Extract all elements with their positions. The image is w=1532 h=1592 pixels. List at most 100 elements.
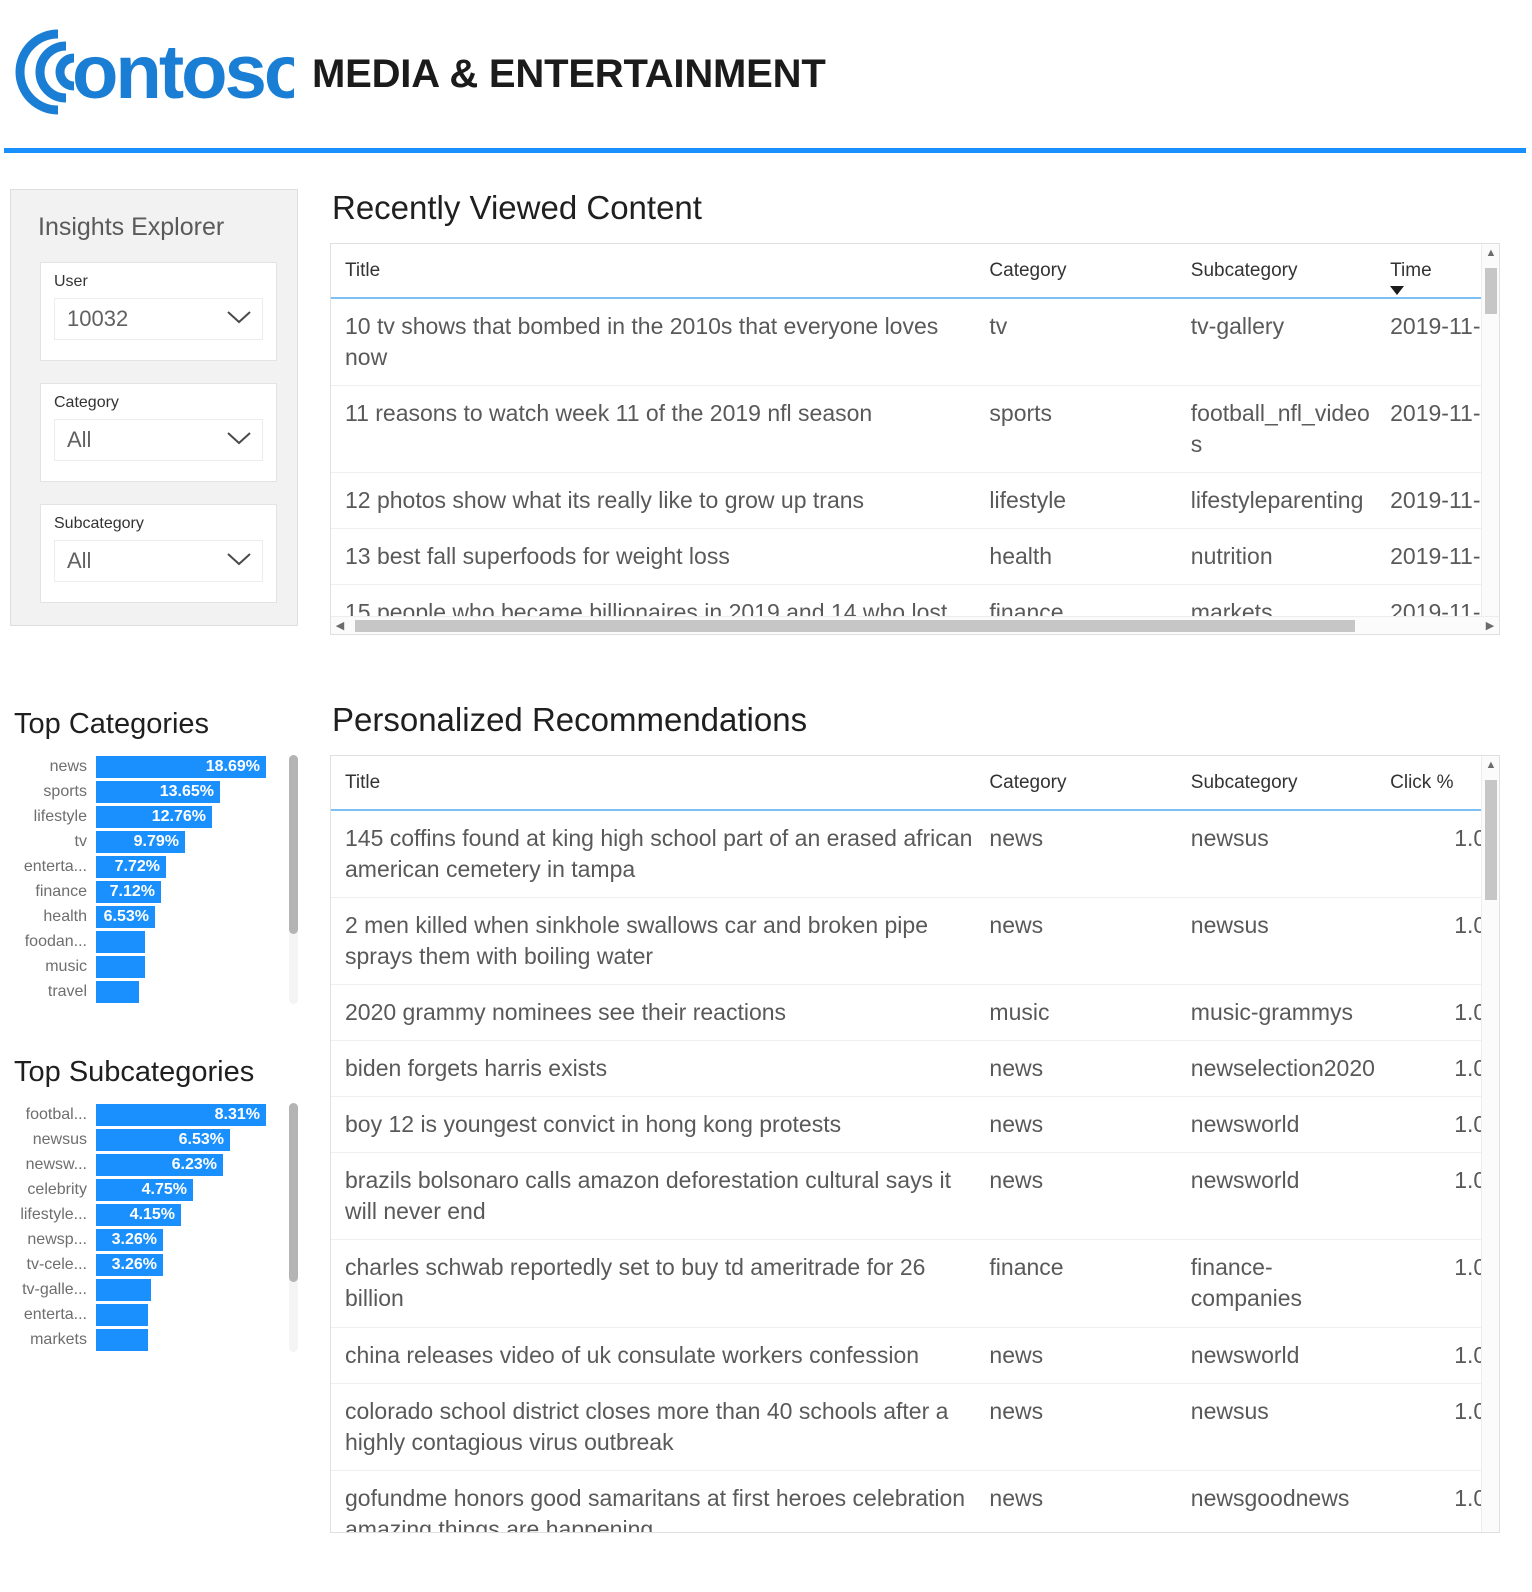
bar-track: 6.53% (96, 1129, 314, 1151)
bar-row[interactable]: sports 13.65% (14, 780, 314, 804)
bar-row[interactable]: newsw... 6.23% (14, 1153, 314, 1177)
chevron-down-icon (226, 309, 252, 330)
cell-title[interactable]: 10 tv shows that bombed in the 2010s tha… (331, 298, 976, 387)
recently-viewed-vertical-scrollbar[interactable]: ▲ ▼ (1481, 244, 1499, 634)
scroll-thumb[interactable] (1485, 780, 1497, 900)
table-row: 145 coffins found at king high school pa… (331, 810, 1499, 899)
bar-track (96, 956, 314, 978)
recently-viewed-table: Title Category Subcategory Time 10 tv sh… (330, 243, 1500, 635)
bar-row[interactable]: news 18.69% (14, 755, 314, 779)
bar-track (96, 1279, 314, 1301)
cell-title[interactable]: colorado school district closes more tha… (331, 1383, 976, 1471)
cell-title[interactable]: boy 12 is youngest convict in hong kong … (331, 1096, 976, 1154)
bar-row[interactable]: enterta... (14, 1303, 314, 1327)
chevron-down-icon (226, 430, 252, 451)
bar-category-label: tv (74, 833, 87, 850)
cell-category: music (975, 984, 1177, 1042)
bar-category-label: newsus (32, 1131, 87, 1148)
cell-title[interactable]: biden forgets harris exists (331, 1040, 976, 1098)
cell-title[interactable]: 2020 grammy nominees see their reactions (331, 984, 976, 1042)
bar-row[interactable]: footbal... 8.31% (14, 1103, 314, 1127)
cell-title[interactable]: 2 men killed when sinkhole swallows car … (331, 897, 976, 986)
user-dropdown[interactable]: 10032 (54, 298, 263, 340)
cell-title[interactable]: 11 reasons to watch week 11 of the 2019 … (331, 385, 976, 474)
scroll-up-icon[interactable]: ▲ (1482, 756, 1499, 774)
scroll-left-icon[interactable]: ◀ (331, 617, 349, 634)
bar-track: 3.26% (96, 1229, 314, 1251)
cell-category: sports (975, 385, 1177, 474)
recommendations-vertical-scrollbar[interactable]: ▲ (1481, 756, 1499, 1532)
cell-title[interactable]: 13 best fall superfoods for weight loss (331, 528, 976, 586)
bar-row[interactable]: enterta... 7.72% (14, 855, 314, 879)
bar-row[interactable]: lifestyle... 4.15% (14, 1203, 314, 1227)
bar-row[interactable]: health 6.53% (14, 905, 314, 929)
bar-row[interactable]: music (14, 955, 314, 979)
cell-category: lifestyle (975, 472, 1177, 530)
subcategory-dropdown[interactable]: All (54, 540, 263, 582)
cell-subcategory: newsworld (1176, 1096, 1377, 1154)
bar-row[interactable]: travel (14, 980, 314, 1004)
category-dropdown-value: All (67, 427, 92, 452)
cell-subcategory: newselection2020 (1176, 1040, 1377, 1098)
cell-title[interactable]: china releases video of uk consulate wor… (331, 1327, 976, 1384)
bar-fill: 3.26% (96, 1229, 163, 1251)
column-header-category[interactable]: Category (975, 756, 1177, 811)
bar-category-label: footbal... (25, 1106, 87, 1123)
bar-row[interactable]: newsp... 3.26% (14, 1228, 314, 1252)
cell-title[interactable]: gofundme honors good samaritans at first… (331, 1470, 976, 1532)
bar-category-label: celebrity (27, 1181, 87, 1198)
category-dropdown[interactable]: All (54, 419, 263, 461)
cell-title[interactable]: charles schwab reportedly set to buy td … (331, 1239, 976, 1328)
bar-row[interactable]: lifestyle 12.76% (14, 805, 314, 829)
cell-title[interactable]: brazils bolsonaro calls amazon deforesta… (331, 1152, 976, 1241)
brand-title: MEDIA & ENTERTAINMENT (312, 51, 826, 96)
column-header-subcategory[interactable]: Subcategory (1176, 756, 1377, 811)
bar-fill (96, 981, 139, 1003)
cell-title[interactable]: 145 coffins found at king high school pa… (331, 810, 976, 899)
subcategory-dropdown-value: All (67, 548, 92, 573)
scroll-up-icon[interactable]: ▲ (1482, 244, 1499, 262)
column-header-subcategory[interactable]: Subcategory (1176, 244, 1377, 299)
bar-row[interactable]: tv-cele... 3.26% (14, 1253, 314, 1277)
scroll-thumb[interactable] (289, 755, 298, 934)
cell-category: news (975, 1327, 1177, 1384)
cell-category: news (975, 1383, 1177, 1471)
top-categories-scrollbar[interactable] (289, 755, 298, 1004)
table-header-row: Title Category Subcategory Click % (331, 756, 1499, 811)
bar-row[interactable]: tv-galle... (14, 1278, 314, 1302)
cell-title[interactable]: 12 photos show what its really like to g… (331, 472, 976, 530)
bar-track: 7.72% (96, 856, 314, 878)
table-row: colorado school district closes more tha… (331, 1383, 1499, 1471)
top-subcategories-scrollbar[interactable] (289, 1103, 298, 1352)
recently-viewed-grid: Title Category Subcategory Time 10 tv sh… (331, 244, 1499, 634)
scroll-thumb[interactable] (355, 620, 1355, 632)
scroll-right-icon[interactable]: ▶ (1481, 617, 1499, 634)
contoso-logo-icon: ontoso (14, 24, 311, 125)
bar-row[interactable]: foodan... (14, 930, 314, 954)
bar-category-label: foodan... (24, 933, 87, 950)
chevron-down-icon (226, 551, 252, 572)
bar-track: 6.53% (96, 906, 314, 928)
bar-row[interactable]: newsus 6.53% (14, 1128, 314, 1152)
scroll-thumb[interactable] (1485, 268, 1497, 314)
column-header-title[interactable]: Title (331, 756, 976, 811)
bar-row[interactable]: markets (14, 1328, 314, 1352)
scroll-thumb[interactable] (289, 1103, 298, 1282)
bar-category-label: music (45, 958, 87, 975)
cell-category: finance (975, 1239, 1177, 1328)
cell-category: tv (975, 298, 1177, 387)
bar-row[interactable]: tv 9.79% (14, 830, 314, 854)
cell-subcategory: newsus (1176, 897, 1377, 986)
bar-fill: 6.53% (96, 906, 155, 928)
cell-category: news (975, 1096, 1177, 1154)
recently-viewed-horizontal-scrollbar[interactable]: ◀ ▶ (331, 616, 1499, 634)
column-header-title[interactable]: Title (331, 244, 976, 299)
cell-category: news (975, 897, 1177, 986)
bar-row[interactable]: celebrity 4.75% (14, 1178, 314, 1202)
column-header-category[interactable]: Category (975, 244, 1177, 299)
bar-value-label: 13.65% (159, 783, 214, 800)
bar-value-label: 4.75% (141, 1181, 187, 1198)
bar-category-label: enterta... (23, 858, 87, 875)
bar-row[interactable]: finance 7.12% (14, 880, 314, 904)
bar-track (96, 931, 314, 953)
